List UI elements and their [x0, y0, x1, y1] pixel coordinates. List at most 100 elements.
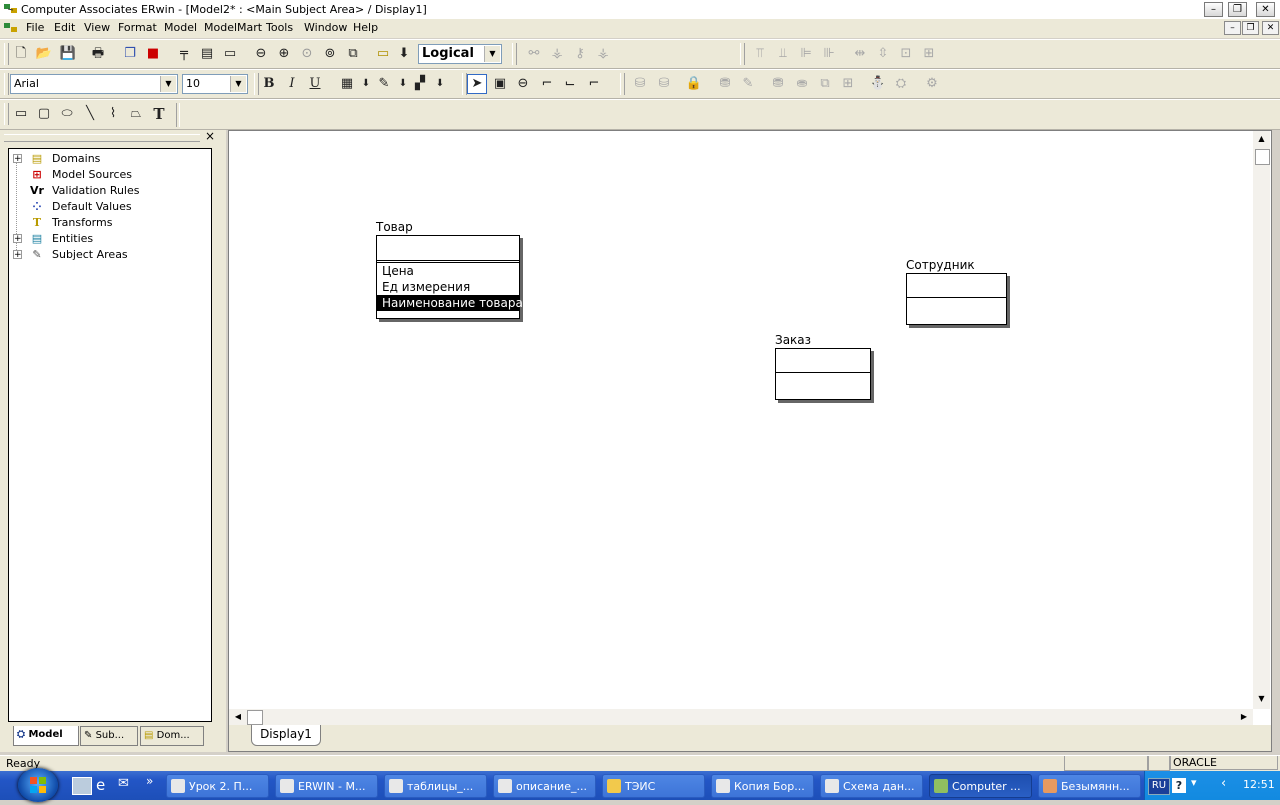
zoom-fit-icon[interactable]: ⊚ [320, 44, 340, 64]
horizontal-scroll-thumb[interactable] [247, 710, 263, 725]
zoom-out-icon[interactable]: ⊖ [251, 44, 271, 64]
entity-title[interactable]: Заказ [775, 333, 811, 347]
entity-zakaz[interactable] [775, 348, 871, 400]
session-icon[interactable]: ⛭ [891, 74, 911, 94]
minimize-button[interactable]: – [1204, 2, 1223, 17]
panel-close-icon[interactable]: × [204, 130, 216, 143]
expand-icon[interactable]: + [13, 250, 22, 260]
task-button[interactable]: ТЭИС [602, 774, 705, 798]
attribute-row[interactable]: Цена [377, 263, 519, 279]
color-icon[interactable]: ■ [143, 44, 163, 64]
toolbar-grip[interactable] [4, 43, 9, 65]
grid-icon[interactable]: ⊞ [838, 74, 858, 94]
space-horizontal-icon[interactable]: ⇹ [850, 44, 870, 64]
tab-subject-areas[interactable]: ✎ Sub... [80, 726, 138, 746]
ellipse-tool-icon[interactable]: ⬭ [57, 104, 77, 124]
open-icon[interactable]: 📂 [34, 44, 54, 64]
hierarchy-icon[interactable]: ⚶ [547, 44, 567, 64]
task-button[interactable]: Безымянн... [1038, 774, 1141, 798]
compare-icon[interactable]: ⧉ [815, 74, 835, 94]
tree-layout-icon[interactable]: ⚷ [570, 44, 590, 64]
db-icon[interactable]: ⛁ [630, 74, 650, 94]
quicklaunch-more-icon[interactable]: » [146, 774, 153, 788]
fill-color-icon[interactable]: ▦ [337, 74, 357, 94]
relationship-icon[interactable]: ⚯ [524, 44, 544, 64]
scroll-down-icon[interactable]: ▼ [1255, 693, 1268, 705]
task-button[interactable]: Копия Бор... [711, 774, 814, 798]
mdi-close-button[interactable]: ✕ [1262, 21, 1279, 35]
print-icon[interactable]: 🖶 [88, 44, 108, 64]
display-level-icon[interactable]: ▭ [373, 44, 393, 64]
menu-help[interactable]: Help [353, 21, 378, 34]
toolbar-grip[interactable] [4, 103, 9, 125]
bold-button[interactable]: B [259, 74, 279, 94]
task-button[interactable]: Схема дан... [820, 774, 923, 798]
restore-button[interactable]: ❐ [1228, 2, 1247, 17]
space-vertical-icon[interactable]: ⇳ [873, 44, 893, 64]
mdi-minimize-button[interactable]: – [1224, 21, 1241, 35]
task-button[interactable]: таблицы_... [384, 774, 487, 798]
tray-expand-icon[interactable]: ‹ [1221, 776, 1226, 791]
non-identifying-relationship-icon[interactable]: ⌐ [584, 74, 604, 94]
toolbar-grip[interactable] [4, 73, 9, 95]
font-dropdown-icon[interactable]: ⬇ [430, 74, 450, 94]
toolbar-grip[interactable] [620, 73, 625, 95]
pin-icon[interactable]: ✎ [738, 74, 758, 94]
align-center-icon[interactable]: ⊪ [819, 44, 839, 64]
task-button[interactable]: Урок 2. П... [166, 774, 269, 798]
merge-icon[interactable]: ⛂ [792, 74, 812, 94]
lock-icon[interactable]: 🔒 [684, 74, 704, 94]
tab-model[interactable]: ⛭ Model [13, 726, 79, 746]
tools-icon[interactable]: ⚙ [922, 74, 942, 94]
polygon-tool-icon[interactable]: ⏢ [126, 104, 146, 124]
scroll-left-icon[interactable]: ◀ [232, 711, 244, 723]
chevron-down-icon[interactable]: ▼ [484, 46, 500, 62]
new-icon[interactable]: 🗋 [11, 44, 31, 64]
task-button[interactable]: ERWIN - M... [275, 774, 378, 798]
toolbar-grip[interactable] [512, 43, 517, 65]
pen-color-icon[interactable]: ✎ [374, 74, 394, 94]
zoom-in-icon[interactable]: ⊕ [274, 44, 294, 64]
polyline-tool-icon[interactable]: ⌇ [103, 104, 123, 124]
panel-grip[interactable] [4, 134, 200, 142]
users-icon[interactable]: ⛄ [868, 74, 888, 94]
zoom-page-icon[interactable]: ⧉ [343, 44, 363, 64]
menu-file[interactable]: File [26, 21, 44, 34]
scroll-right-icon[interactable]: ▶ [1238, 711, 1250, 723]
rectangle-tool-icon[interactable]: ▭ [11, 104, 31, 124]
secure-icon[interactable]: ⛃ [768, 74, 788, 94]
font-name-select[interactable]: Arial ▼ [10, 74, 178, 94]
expand-icon[interactable]: + [13, 234, 22, 244]
chevron-down-icon[interactable]: ▼ [230, 76, 246, 92]
tab-display1[interactable]: Display1 [251, 725, 321, 746]
show-desktop-icon[interactable] [72, 777, 92, 795]
format-painter-icon[interactable]: ╤ [174, 44, 194, 64]
quicklaunch-icon[interactable]: ✉ [118, 776, 129, 791]
entity-title[interactable]: Сотрудник [906, 258, 975, 272]
display-level-dropdown-icon[interactable]: ⬇ [394, 44, 414, 64]
entity-title[interactable]: Товар [376, 220, 413, 234]
many-to-many-icon[interactable]: ⌙ [560, 74, 580, 94]
underline-button[interactable]: U [305, 74, 325, 94]
diagram-canvas[interactable]: Товар Цена Ед измерения Наименование тов… [228, 130, 1272, 752]
menu-tools[interactable]: Tools [266, 21, 293, 34]
vertical-scroll-thumb[interactable] [1255, 149, 1270, 165]
entity-sotrudnik[interactable] [906, 273, 1007, 325]
chevron-down-icon[interactable]: ▼ [160, 76, 176, 92]
menu-format[interactable]: Format [118, 21, 157, 34]
view-mode-select[interactable]: Logical ▼ [418, 44, 502, 64]
save-icon[interactable]: 💾 [58, 44, 78, 64]
line-tool-icon[interactable]: ╲ [80, 104, 100, 124]
close-button[interactable]: ✕ [1256, 2, 1275, 17]
horizontal-scrollbar[interactable]: ◀ ▶ [229, 709, 1253, 725]
rounded-rectangle-tool-icon[interactable]: ▢ [34, 104, 54, 124]
attribute-row[interactable]: Ед измерения [377, 279, 519, 295]
menu-window[interactable]: Window [304, 21, 347, 34]
mdi-restore-button[interactable]: ❐ [1242, 21, 1259, 35]
entity-tovar[interactable]: Цена Ед измерения Наименование товара [376, 235, 523, 319]
same-size-icon[interactable]: ⊡ [896, 44, 916, 64]
fill-dropdown-icon[interactable]: ⬇ [356, 74, 376, 94]
expand-icon[interactable]: + [13, 154, 22, 164]
internet-explorer-icon[interactable]: e [96, 776, 105, 794]
align-bottom-icon[interactable]: ⫫ [773, 44, 793, 64]
